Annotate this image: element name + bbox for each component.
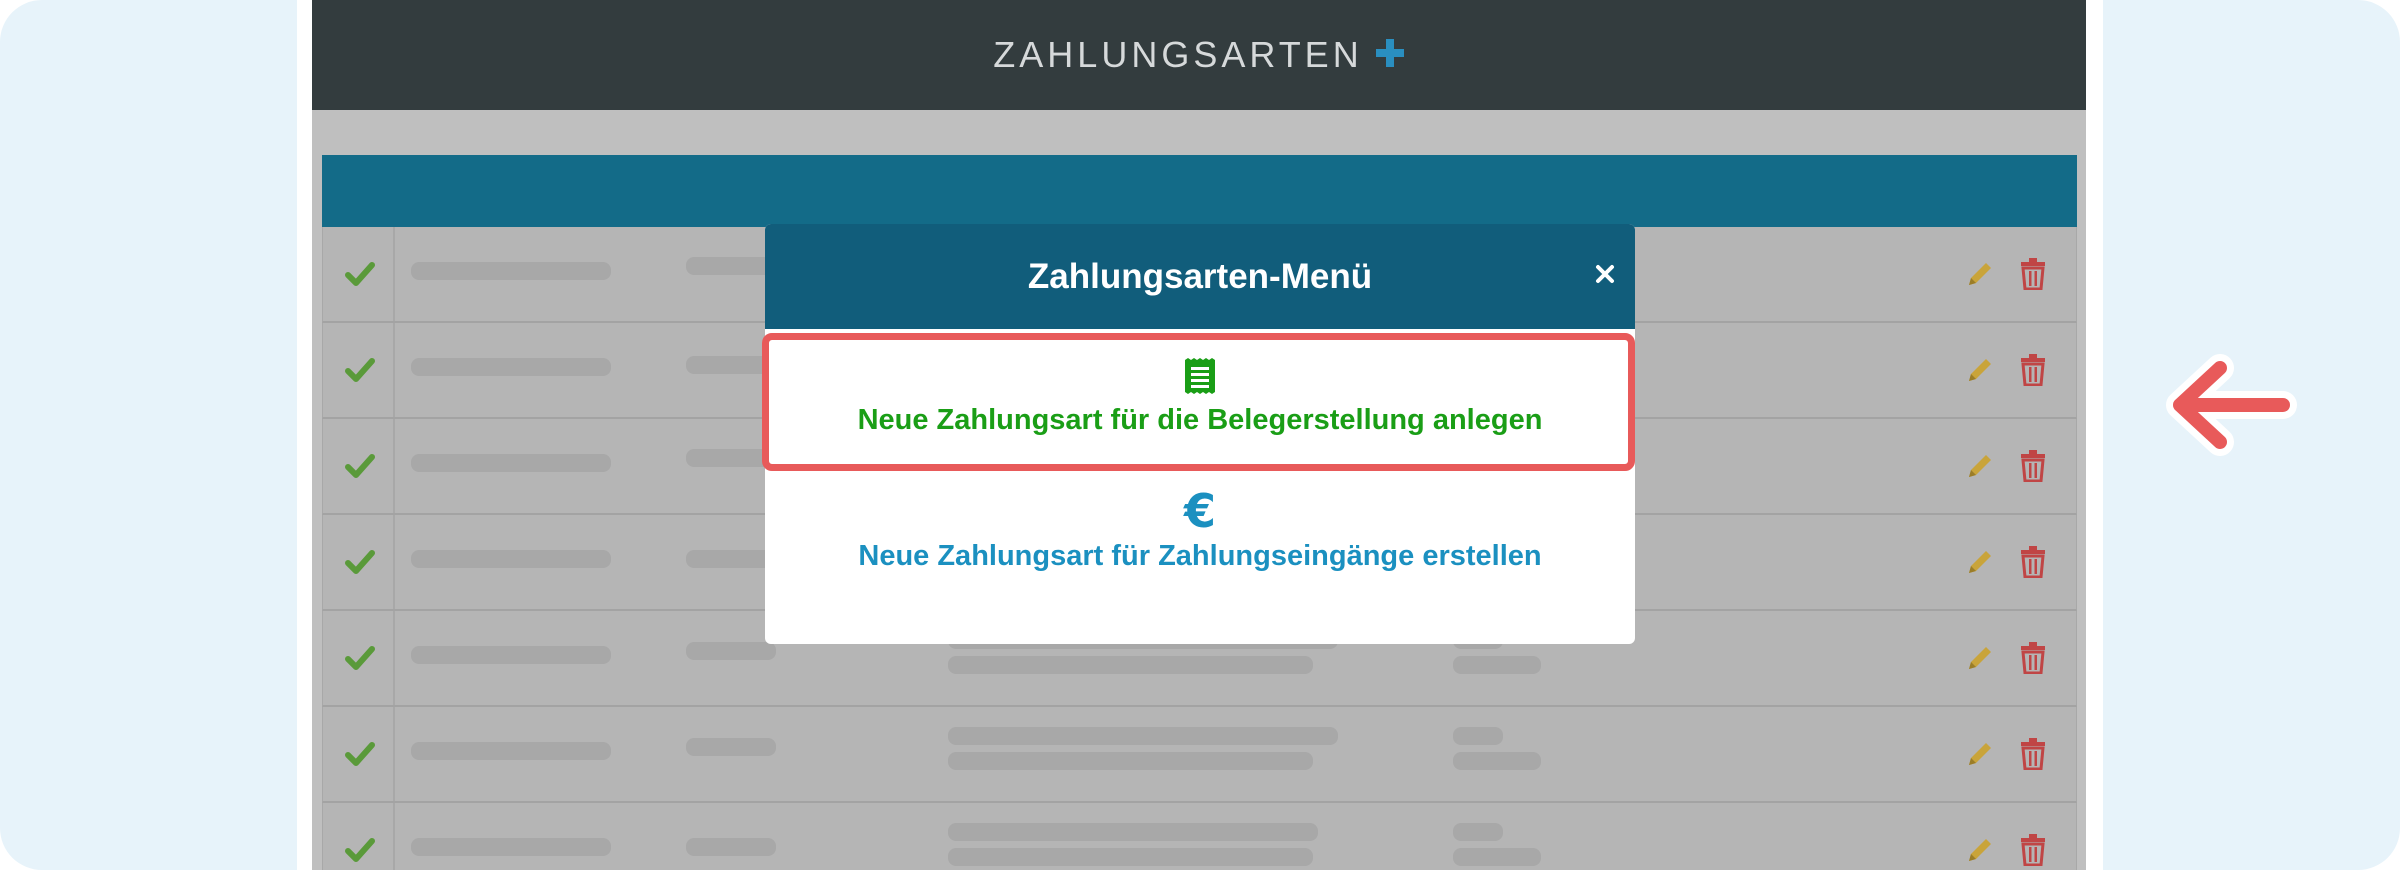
placeholder-text — [686, 642, 776, 660]
edit-icon[interactable] — [1965, 259, 1995, 289]
modal-title: Zahlungsarten-Menü — [1027, 256, 1373, 296]
option-new-incoming-payment-method[interactable]: € Neue Zahlungsart für Zahlungseingänge … — [765, 474, 1635, 602]
placeholder-text — [411, 358, 611, 376]
column-divider — [393, 419, 395, 513]
placeholder-text — [948, 848, 1313, 866]
check-icon — [345, 262, 375, 286]
placeholder-text — [1453, 823, 1503, 841]
placeholder-text — [686, 838, 776, 856]
placeholder-text — [948, 752, 1313, 770]
modal-header: Zahlungsarten-Menü — [765, 224, 1635, 329]
app-header: ZAHLUNGSARTEN — [312, 0, 2086, 110]
placeholder-text — [411, 646, 611, 664]
edit-icon[interactable] — [1965, 547, 1995, 577]
column-divider — [393, 803, 395, 870]
table-row — [322, 707, 2077, 803]
edit-icon[interactable] — [1965, 643, 1995, 673]
check-icon — [345, 838, 375, 862]
euro-icon: € — [1183, 484, 1216, 538]
column-divider — [393, 611, 395, 705]
column-divider — [393, 515, 395, 609]
highlight-box — [762, 333, 1635, 471]
check-icon — [345, 550, 375, 574]
placeholder-text — [1453, 752, 1541, 770]
table-header — [322, 155, 2077, 227]
placeholder-text — [1453, 656, 1541, 674]
placeholder-text — [948, 727, 1338, 745]
placeholder-text — [411, 838, 611, 856]
edit-icon[interactable] — [1965, 739, 1995, 769]
check-icon — [345, 742, 375, 766]
delete-icon[interactable] — [2020, 834, 2046, 866]
check-icon — [345, 358, 375, 382]
close-button[interactable] — [1585, 254, 1625, 294]
delete-icon[interactable] — [2020, 258, 2046, 290]
delete-icon[interactable] — [2020, 354, 2046, 386]
placeholder-text — [948, 823, 1318, 841]
close-icon — [1596, 265, 1614, 283]
placeholder-text — [948, 656, 1313, 674]
placeholder-text — [686, 550, 776, 568]
placeholder-text — [686, 738, 776, 756]
edit-icon[interactable] — [1965, 451, 1995, 481]
column-divider — [393, 323, 395, 417]
placeholder-text — [1453, 848, 1541, 866]
option-label: Neue Zahlungsart für Zahlungseingänge er… — [858, 540, 1542, 572]
column-divider — [393, 707, 395, 801]
table-row — [322, 803, 2077, 870]
arrow-left-icon — [2166, 354, 2297, 456]
placeholder-text — [411, 550, 611, 568]
delete-icon[interactable] — [2020, 546, 2046, 578]
add-icon[interactable] — [1375, 38, 1405, 68]
check-icon — [345, 454, 375, 478]
delete-icon[interactable] — [2020, 450, 2046, 482]
check-icon — [345, 646, 375, 670]
placeholder-text — [411, 742, 611, 760]
column-divider — [393, 227, 395, 321]
edit-icon[interactable] — [1965, 355, 1995, 385]
placeholder-text — [411, 454, 611, 472]
placeholder-text — [1453, 727, 1503, 745]
delete-icon[interactable] — [2020, 738, 2046, 770]
page-title: ZAHLUNGSARTEN — [993, 34, 1363, 75]
placeholder-text — [686, 257, 776, 275]
edit-icon[interactable] — [1965, 835, 1995, 865]
delete-icon[interactable] — [2020, 642, 2046, 674]
placeholder-text — [411, 262, 611, 280]
